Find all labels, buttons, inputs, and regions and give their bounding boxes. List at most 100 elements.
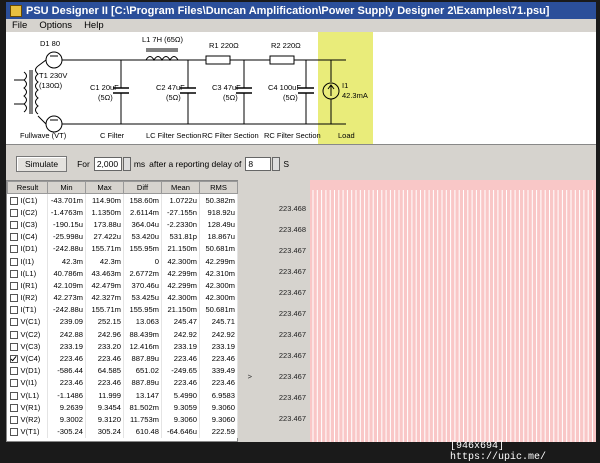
results-row[interactable]: I(C1) -43.701m 114.90m 158.60m 1.0722u 50.382… bbox=[7, 193, 238, 207]
result-diff: 155.95m bbox=[123, 303, 162, 316]
result-checkbox[interactable] bbox=[9, 220, 18, 229]
result-diff: 155.95m bbox=[123, 242, 162, 255]
results-row[interactable]: V(D1) -586.44 64.585 651.02 -249.65 339.49 bbox=[7, 364, 238, 377]
capacitor-c3-icon[interactable] bbox=[236, 60, 252, 124]
column-header-rms[interactable]: RMS bbox=[199, 181, 238, 194]
results-row[interactable]: V(C4) 223.46 223.46 887.89u 223.46 223.46 bbox=[7, 352, 238, 365]
results-row[interactable]: I(C3) -190.15u 173.88u 364.04u -2.2330n 128.4… bbox=[7, 218, 238, 231]
result-rms: 9.3060 bbox=[199, 401, 238, 414]
result-max: 252.15 bbox=[85, 315, 124, 329]
results-row[interactable]: V(C2) 242.88 242.96 88.439m 242.92 242.92 bbox=[7, 328, 238, 341]
results-row[interactable]: I(D1) -242.88u 155.71m 155.95m 21.150m 50.681… bbox=[7, 242, 238, 255]
column-header-min[interactable]: Min bbox=[47, 181, 86, 194]
result-min: -586.44 bbox=[47, 364, 86, 377]
result-rms: 222.59 bbox=[199, 425, 238, 438]
menu-options[interactable]: Options bbox=[33, 20, 78, 31]
capacitor-c4-icon[interactable] bbox=[298, 60, 314, 124]
results-row[interactable]: I(C2) -1.4763m 1.1350m 2.6114m -27.155n 918.9… bbox=[7, 206, 238, 219]
result-min: -25.998u bbox=[47, 230, 86, 243]
results-row[interactable]: V(I1) 223.46 223.46 887.89u 223.46 223.46 bbox=[7, 376, 238, 389]
rectifier-diode-label: D1 80 bbox=[40, 39, 60, 48]
result-checkbox[interactable] bbox=[9, 403, 18, 412]
result-checkbox[interactable] bbox=[9, 342, 18, 351]
result-checkbox[interactable] bbox=[9, 281, 18, 290]
waveform-plot[interactable] bbox=[310, 180, 596, 442]
result-checkbox[interactable] bbox=[9, 428, 18, 437]
inductor-l1-icon[interactable] bbox=[145, 48, 179, 62]
menu-bar: File Options Help bbox=[6, 19, 596, 32]
results-row[interactable]: I(R2) 42.273m 42.327m 53.425u 42.300m 42.300m bbox=[7, 291, 238, 304]
column-header-result[interactable]: Result bbox=[7, 181, 48, 194]
load-caption: Load bbox=[338, 131, 355, 140]
title-bar[interactable]: PSU Designer II [C:\Program Files\Duncan… bbox=[6, 2, 596, 19]
results-row[interactable]: V(C1) 239.09 252.15 13.063 245.47 245.71 bbox=[7, 315, 238, 329]
result-diff: 158.60m bbox=[123, 193, 162, 207]
result-checkbox[interactable] bbox=[9, 415, 18, 424]
y-tick-label: 223.467 bbox=[278, 414, 306, 423]
result-diff: 887.89u bbox=[123, 376, 162, 389]
result-checkbox[interactable] bbox=[9, 379, 18, 388]
result-checkbox[interactable] bbox=[9, 196, 18, 205]
c4-value: C4 100uF bbox=[268, 83, 301, 92]
results-row[interactable]: I(T1) -242.88u 155.71m 155.95m 21.150m 50.681… bbox=[7, 303, 238, 316]
result-max: 42.479m bbox=[85, 279, 124, 292]
transformer-symbol[interactable] bbox=[14, 65, 39, 115]
resistor-r1-icon[interactable] bbox=[205, 55, 231, 65]
duration-spinner[interactable] bbox=[122, 157, 131, 171]
result-checkbox[interactable] bbox=[9, 330, 18, 339]
result-checkbox[interactable] bbox=[9, 355, 18, 364]
result-max: 43.463m bbox=[85, 267, 124, 280]
simulate-button[interactable]: Simulate bbox=[16, 156, 68, 172]
result-min: -305.24 bbox=[47, 425, 86, 438]
delay-spinner[interactable] bbox=[272, 157, 281, 171]
results-row[interactable]: V(L1) -1.1486 11.999 13.147 5.4990 6.9583 bbox=[7, 389, 238, 402]
results-row[interactable]: V(C3) 233.19 233.20 12.416m 233.19 233.19 bbox=[7, 340, 238, 353]
resistor-r2-icon[interactable] bbox=[269, 55, 295, 65]
app-icon bbox=[10, 4, 22, 17]
results-row[interactable]: I(R1) 42.109m 42.479m 370.46u 42.299m 42.300m bbox=[7, 279, 238, 292]
rectifier-caption: Fullwave (VT) bbox=[20, 131, 67, 140]
result-name: I(C2) bbox=[20, 207, 38, 217]
column-header-diff[interactable]: Diff bbox=[123, 181, 162, 194]
c2-esr: (5Ω) bbox=[166, 93, 181, 102]
result-mean: 223.46 bbox=[161, 376, 200, 389]
result-checkbox[interactable] bbox=[9, 391, 18, 400]
results-row[interactable]: V(R2) 9.3002 9.3120 11.753m 9.3060 9.3060 bbox=[7, 413, 238, 426]
capacitor-c1-icon[interactable] bbox=[113, 60, 129, 124]
result-checkbox[interactable] bbox=[9, 294, 18, 303]
duration-input[interactable]: 2,000 bbox=[93, 157, 122, 171]
result-rms: 42.310m bbox=[199, 267, 238, 280]
result-checkbox[interactable] bbox=[9, 208, 18, 217]
column-header-max[interactable]: Max bbox=[85, 181, 124, 194]
result-checkbox[interactable] bbox=[9, 318, 18, 327]
result-checkbox[interactable] bbox=[9, 269, 18, 278]
result-checkbox[interactable] bbox=[9, 306, 18, 315]
results-row[interactable]: V(T1) -305.24 305.24 610.48 -64.646u 222.59 bbox=[7, 425, 238, 438]
delay-input[interactable]: 8 bbox=[245, 157, 272, 171]
result-rms: 42.299m bbox=[199, 254, 238, 268]
result-min: 233.19 bbox=[47, 340, 86, 353]
result-checkbox[interactable] bbox=[9, 245, 18, 254]
cursor-marker[interactable]: > bbox=[248, 372, 252, 381]
results-row[interactable]: I(L1) 40.786m 43.463m 2.6772m 42.299m 42.310m bbox=[7, 267, 238, 280]
menu-help[interactable]: Help bbox=[78, 20, 110, 31]
result-checkbox[interactable] bbox=[9, 233, 18, 242]
result-checkbox[interactable] bbox=[9, 257, 18, 266]
column-header-mean[interactable]: Mean bbox=[161, 181, 200, 194]
menu-file[interactable]: File bbox=[6, 20, 33, 31]
result-name: I(R2) bbox=[20, 293, 38, 303]
result-rms: 233.19 bbox=[199, 340, 238, 353]
results-row[interactable]: I(C4) -25.998u 27.422u 53.420u 531.81p 18.867… bbox=[7, 230, 238, 243]
result-max: 9.3120 bbox=[85, 413, 124, 426]
results-row[interactable]: V(R1) 9.2639 9.3454 81.502m 9.3059 9.3060 bbox=[7, 401, 238, 414]
c1-caption: C Filter bbox=[100, 131, 125, 140]
result-checkbox[interactable] bbox=[9, 367, 18, 376]
capacitor-c2-icon[interactable] bbox=[180, 60, 196, 124]
result-diff: 81.502m bbox=[123, 401, 162, 414]
result-rms: 6.9583 bbox=[199, 389, 238, 402]
result-rms: 50.382m bbox=[199, 193, 238, 207]
result-min: -242.88u bbox=[47, 303, 86, 316]
results-row[interactable]: I(I1) 42.3m 42.3m 0 42.300m 42.299m bbox=[7, 254, 238, 268]
rectifier-tube-icon[interactable] bbox=[37, 51, 70, 133]
result-mean: 233.19 bbox=[161, 340, 200, 353]
